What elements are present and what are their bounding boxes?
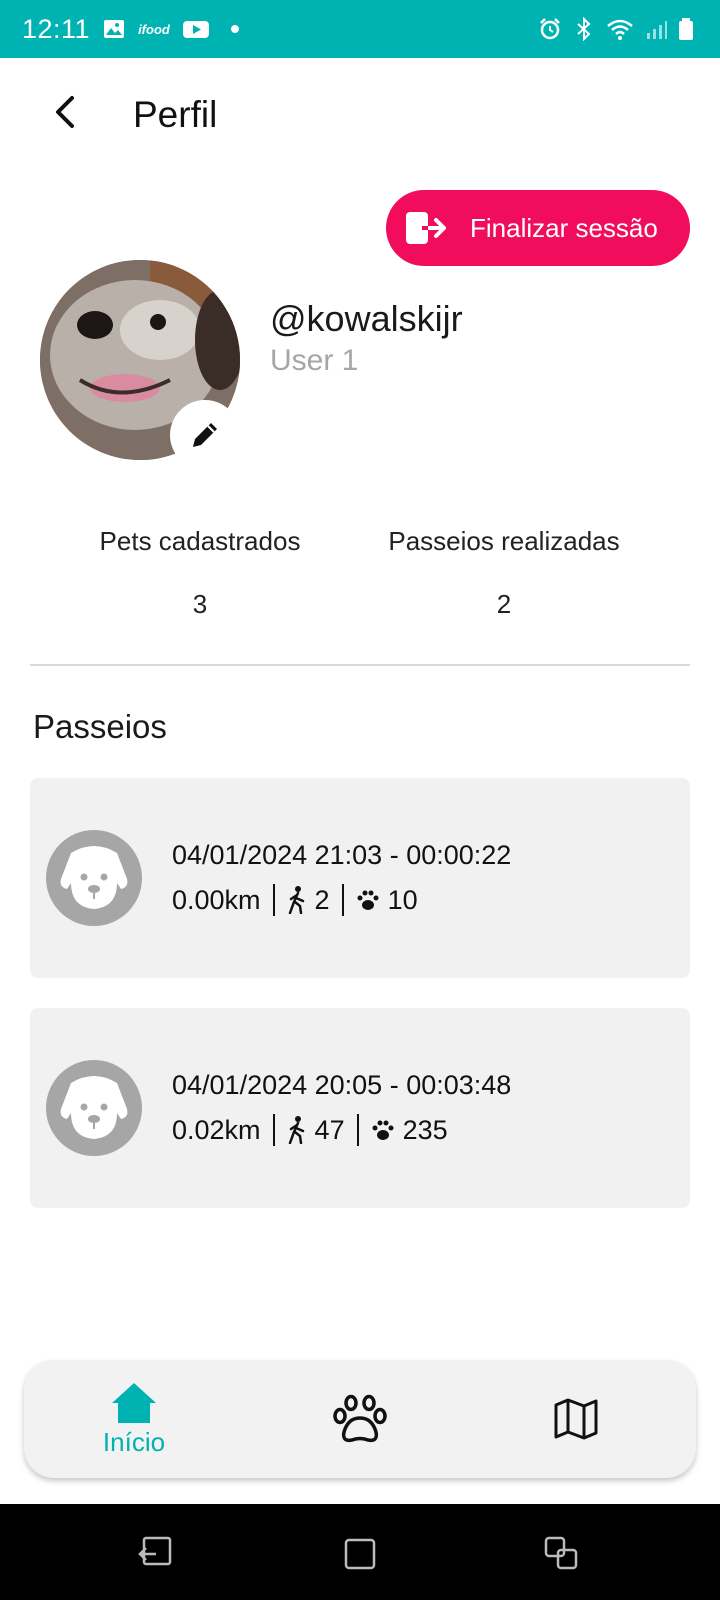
back-arrow-icon[interactable]: [44, 90, 88, 134]
profile-username: @kowalskijr: [270, 298, 463, 339]
back-button-icon[interactable]: [136, 1534, 176, 1574]
home-icon: [112, 1382, 156, 1423]
walk-card[interactable]: 04/01/2024 20:05 - 00:03:48 0.02km 47 23…: [30, 1008, 690, 1208]
logout-icon: [406, 212, 446, 244]
walk-paws: 10: [387, 884, 418, 915]
walk-distance: 0.02km: [172, 1114, 261, 1145]
map-icon: [554, 1398, 598, 1440]
walk-distance: 0.00km: [172, 884, 261, 915]
stat-walks-value: 2: [496, 589, 512, 619]
walk-paws: 235: [402, 1114, 448, 1145]
walk-meta: 0.02km 47 235: [172, 1114, 448, 1146]
recents-button-icon[interactable]: [542, 1534, 582, 1574]
profile-user-label: User 1: [270, 344, 359, 377]
status-bar-right: [538, 17, 694, 41]
bottom-nav: Início: [24, 1360, 696, 1478]
wifi-icon: [607, 19, 633, 40]
alarm-icon: [540, 18, 560, 40]
walk-meta: 0.00km 2 10: [172, 884, 418, 916]
walk-steps: 2: [314, 884, 330, 915]
stat-pets-label: Pets cadastrados: [99, 526, 301, 556]
status-time: 12:11: [22, 13, 91, 44]
bluetooth-icon: [577, 17, 591, 41]
edit-avatar-button[interactable]: [170, 400, 240, 470]
dog-avatar-icon: [46, 830, 142, 926]
dog-face-icon: [60, 846, 128, 909]
battery-icon: [679, 18, 693, 40]
walk-steps: 47: [314, 1114, 345, 1145]
profile-avatar-container: [40, 260, 240, 470]
walk-card[interactable]: 04/01/2024 21:03 - 00:00:22 0.00km 2 10: [30, 778, 690, 978]
home-button-icon[interactable]: [340, 1534, 380, 1574]
walks-section-title: Passeios: [33, 708, 167, 745]
stat-walks-label: Passeios realizadas: [388, 526, 620, 556]
status-bar: 12:11 ifood: [0, 0, 720, 58]
status-bar-left: 12:11 ifood: [22, 14, 240, 45]
separator: [272, 884, 275, 916]
walking-icon: [288, 1116, 304, 1144]
pencil-icon: [193, 423, 217, 447]
dot-icon: [230, 25, 239, 33]
separator: [341, 884, 344, 916]
paw-icon: [357, 890, 379, 910]
walk-title: 04/01/2024 20:05 - 00:03:48: [172, 1070, 512, 1100]
dog-face-icon: [60, 1076, 128, 1139]
separator: [272, 1114, 275, 1146]
logout-label: Finalizar sessão: [470, 212, 658, 243]
nav-label-home: Início: [102, 1426, 166, 1457]
system-nav-bar: [0, 1504, 720, 1600]
nav-item-home[interactable]: Início: [74, 1360, 194, 1478]
walk-title: 04/01/2024 21:03 - 00:00:22: [172, 840, 512, 870]
ifood-icon: ifood: [138, 21, 170, 37]
paw-icon: [333, 1394, 387, 1443]
app-header: Perfil: [0, 58, 720, 178]
nav-item-map[interactable]: [516, 1360, 636, 1478]
logout-button[interactable]: Finalizar sessão: [386, 190, 690, 266]
divider: [30, 664, 690, 666]
paw-icon: [372, 1120, 394, 1140]
walking-icon: [288, 886, 304, 914]
nav-item-pets[interactable]: [300, 1360, 420, 1478]
page-title: Perfil: [133, 94, 218, 135]
youtube-icon: [182, 21, 209, 38]
gallery-icon: [104, 20, 125, 38]
dog-avatar-icon: [46, 1060, 142, 1156]
stat-pets-value: 3: [192, 589, 208, 619]
separator: [356, 1114, 359, 1146]
signal-icon: [647, 21, 667, 39]
